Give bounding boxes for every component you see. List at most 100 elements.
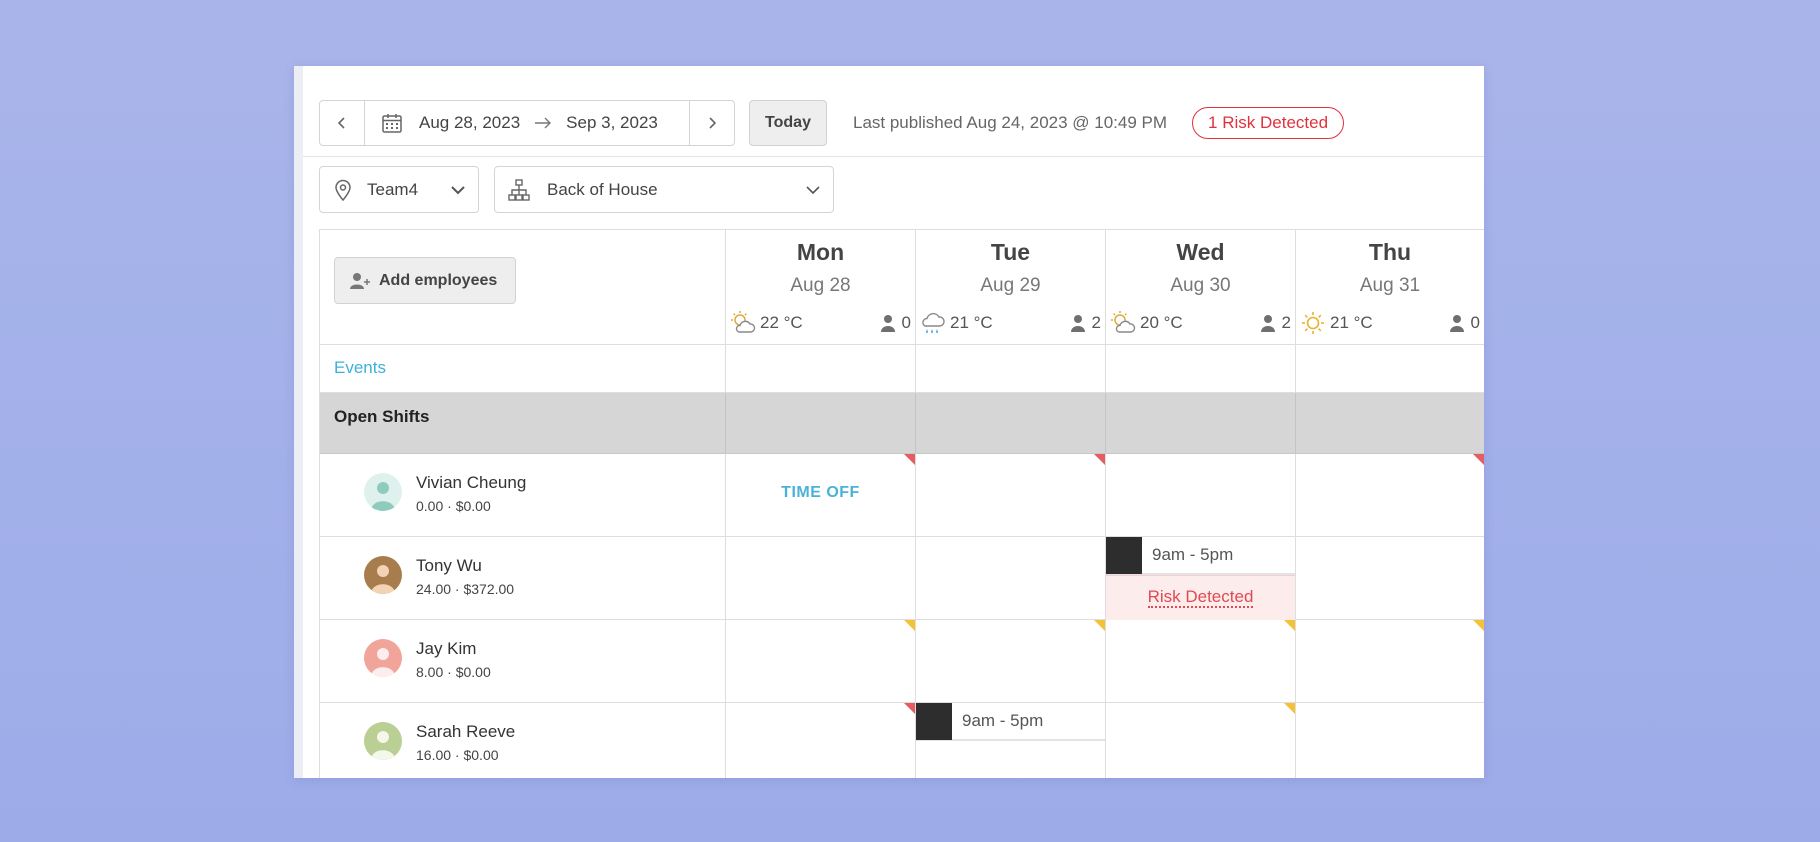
- shift-cell-wed[interactable]: [1106, 454, 1296, 536]
- add-user-icon: [350, 272, 370, 289]
- shift-cell-thu[interactable]: [1296, 537, 1484, 619]
- count-value: 0: [1470, 313, 1480, 332]
- shift-block[interactable]: 9am - 5pm: [916, 702, 1105, 741]
- shift-cell-thu[interactable]: [1296, 703, 1484, 778]
- employee-cell: Vivian Cheung 0.00 · $0.00: [320, 454, 726, 536]
- shift-cell-thu[interactable]: [1296, 454, 1484, 536]
- shift-cell-tue[interactable]: [916, 537, 1106, 619]
- partly-cloudy-icon: [731, 311, 756, 333]
- open-shift-cell-mon[interactable]: [726, 393, 916, 453]
- red-flag-marker: [904, 454, 915, 465]
- shift-block[interactable]: 9am - 5pm: [1106, 536, 1295, 575]
- yellow-flag-marker: [904, 620, 915, 631]
- events-cell-wed[interactable]: [1106, 345, 1296, 392]
- person-icon: [1070, 315, 1085, 332]
- shift-cell-wed[interactable]: 9am - 5pm Risk Detected: [1106, 536, 1296, 620]
- open-shift-cell-thu[interactable]: [1296, 393, 1484, 453]
- open-shift-cell-tue[interactable]: [916, 393, 1106, 453]
- events-cell-mon[interactable]: [726, 345, 916, 392]
- chevron-left-icon: [337, 117, 345, 129]
- scheduled-count: 0: [880, 313, 911, 333]
- scheduler-panel: Aug 28, 2023 Sep 3, 2023 Today Last publ…: [294, 66, 1484, 778]
- yellow-flag-marker: [1284, 620, 1295, 631]
- employee-row: Jay Kim 8.00 · $0.00: [320, 620, 1484, 703]
- open-shift-cell-wed[interactable]: [1106, 393, 1296, 453]
- shift-cell-mon[interactable]: TIME OFF: [726, 454, 916, 536]
- risk-detected-label: Risk Detected: [1147, 587, 1254, 608]
- chevron-down-icon: [451, 186, 465, 195]
- date-range-display[interactable]: Aug 28, 2023 Sep 3, 2023: [364, 101, 690, 145]
- location-pin-icon: [335, 179, 351, 201]
- sun-icon: [1302, 312, 1324, 334]
- avatar-person-icon: [364, 556, 402, 594]
- shift-cell-tue[interactable]: [916, 620, 1106, 702]
- date-range-picker: Aug 28, 2023 Sep 3, 2023: [319, 100, 735, 146]
- avatar: [364, 556, 402, 594]
- events-cell: Events: [320, 345, 726, 392]
- add-employees-button[interactable]: Add employees: [334, 257, 516, 304]
- shift-cell-mon[interactable]: [726, 703, 916, 778]
- open-shifts-cell: Open Shifts: [320, 393, 726, 453]
- shift-cell-mon[interactable]: [726, 620, 916, 702]
- day-date: Aug 30: [1170, 275, 1231, 296]
- weather: 20 °C: [1110, 310, 1183, 336]
- weather: 22 °C: [730, 310, 803, 336]
- employee-hours-cost: 0.00 · $0.00: [416, 498, 491, 514]
- team-select[interactable]: Team4: [319, 166, 479, 213]
- employee-cell: Sarah Reeve 16.00 · $0.00: [320, 703, 726, 778]
- employee-row: Sarah Reeve 16.00 · $0.00 9am - 5pm: [320, 702, 1484, 778]
- shift-cell-tue[interactable]: [916, 454, 1106, 536]
- shift-cell-tue[interactable]: 9am - 5pm: [916, 702, 1106, 778]
- employee-name: Jay Kim: [416, 639, 477, 658]
- yellow-flag-marker: [1473, 620, 1484, 631]
- previous-week-button[interactable]: [320, 101, 364, 145]
- shift-cell-wed[interactable]: [1106, 620, 1296, 702]
- red-flag-marker: [904, 703, 915, 714]
- risk-detected-badge[interactable]: 1 Risk Detected: [1192, 107, 1345, 139]
- temperature: 22 °C: [760, 313, 803, 332]
- person-icon: [1449, 315, 1464, 332]
- scheduled-count: 0: [1449, 313, 1480, 333]
- day-header-thu: Thu Aug 31 21 °C 0: [1296, 230, 1484, 344]
- department-select[interactable]: Back of House: [494, 166, 834, 213]
- header-left-cell: Add employees: [320, 230, 726, 344]
- shift-time: 9am - 5pm: [1152, 545, 1234, 564]
- weather: 21 °C: [1300, 310, 1373, 336]
- shift-cell-thu[interactable]: [1296, 620, 1484, 702]
- chevron-down-icon: [806, 186, 820, 195]
- day-date: Aug 28: [790, 275, 851, 296]
- day-name: Tue: [990, 239, 1031, 265]
- events-cell-tue[interactable]: [916, 345, 1106, 392]
- start-date: Aug 28, 2023: [419, 113, 521, 132]
- avatar-person-icon: [364, 473, 402, 511]
- shift-cell-mon[interactable]: [726, 537, 916, 619]
- date-toolbar: Aug 28, 2023 Sep 3, 2023 Today Last publ…: [319, 100, 1345, 146]
- next-week-button[interactable]: [690, 101, 734, 145]
- avatar-person-icon: [364, 722, 402, 760]
- last-published-text: Last published Aug 24, 2023 @ 10:49 PM: [853, 113, 1168, 132]
- temperature: 20 °C: [1140, 313, 1183, 332]
- events-cell-thu[interactable]: [1296, 345, 1484, 392]
- employee-row: Vivian Cheung 0.00 · $0.00 TIME OFF: [320, 454, 1484, 537]
- employee-hours-cost: 16.00 · $0.00: [416, 747, 499, 763]
- employee-name: Tony Wu: [416, 556, 482, 575]
- person-icon: [880, 315, 895, 332]
- risk-detected-box[interactable]: Risk Detected: [1106, 575, 1295, 620]
- shift-color-bar: [1106, 536, 1142, 574]
- org-chart-icon: [508, 178, 530, 201]
- day-date: Aug 29: [980, 275, 1041, 296]
- shift-cell-wed[interactable]: [1106, 703, 1296, 778]
- time-off-label[interactable]: TIME OFF: [726, 484, 915, 502]
- today-button[interactable]: Today: [749, 100, 827, 146]
- employee-name: Sarah Reeve: [416, 722, 516, 741]
- avatar: [364, 722, 402, 760]
- scheduled-count: 2: [1070, 313, 1101, 333]
- employee-row: Tony Wu 24.00 · $372.00 9am - 5pm Risk D…: [320, 536, 1484, 620]
- events-link[interactable]: Events: [334, 358, 386, 378]
- red-flag-marker: [1094, 454, 1105, 465]
- employee-hours-cost: 8.00 · $0.00: [416, 664, 491, 680]
- team-select-value: Team4: [367, 179, 419, 199]
- day-header-row: Add employees Mon Aug 28 22 °C 0 Tue Aug…: [320, 230, 1484, 345]
- yellow-flag-marker: [1094, 620, 1105, 631]
- events-row: Events: [320, 345, 1484, 393]
